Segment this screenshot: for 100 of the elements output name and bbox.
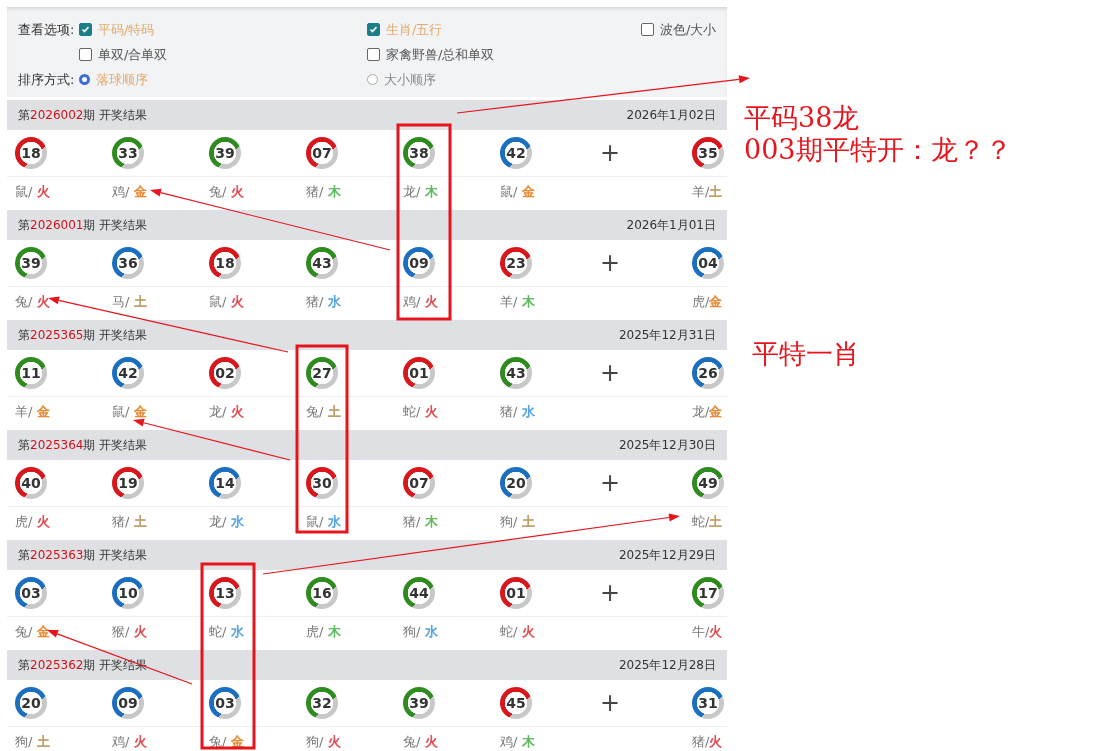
zodiac-label: 羊/	[500, 294, 519, 309]
lottery-ball: 09	[403, 247, 435, 279]
element-label: 土	[36, 734, 50, 749]
element-label: 金	[36, 404, 50, 419]
element-label: 水	[230, 514, 244, 529]
element-label: 水	[327, 514, 341, 529]
lottery-ball: 23	[500, 247, 532, 279]
lottery-ball: 04	[692, 247, 724, 279]
radio-label[interactable]: 大小顺序	[384, 70, 436, 89]
draw-date: 2025年12月28日	[618, 656, 716, 674]
element-label: 金	[133, 404, 147, 419]
zodiac-label: 鼠/	[112, 404, 131, 419]
lottery-ball: 39	[403, 687, 435, 719]
zodiac-label: 狗/	[500, 514, 519, 529]
zodiac-label: 鸡/	[112, 184, 131, 199]
lottery-ball: 39	[15, 247, 47, 279]
lottery-ball: 35	[692, 137, 724, 169]
zodiac-label: 兔/	[403, 734, 422, 749]
radio-button[interactable]	[367, 74, 378, 85]
lottery-ball: 07	[403, 467, 435, 499]
lottery-ball: 18	[209, 247, 241, 279]
zodiac-label: 猴/	[112, 624, 131, 639]
plus-sign: +	[600, 691, 621, 715]
element-label: 金	[709, 404, 723, 419]
lottery-ball: 26	[692, 357, 724, 389]
checkbox-label[interactable]: 单双/合单双	[98, 45, 168, 64]
plus-sign: +	[600, 471, 621, 495]
element-label: 木	[521, 294, 535, 309]
checkbox[interactable]	[79, 48, 92, 61]
zodiac-label: 猪/	[306, 294, 325, 309]
plus-sign: +	[600, 141, 621, 165]
lottery-ball: 11	[15, 357, 47, 389]
zodiac-label: 羊/	[692, 184, 710, 199]
element-label: 木	[521, 734, 535, 749]
zodiac-label: 鸡/	[403, 294, 422, 309]
lottery-ball: 45	[500, 687, 532, 719]
element-label: 水	[521, 404, 535, 419]
checkbox[interactable]	[79, 23, 92, 36]
lottery-ball: 03	[15, 577, 47, 609]
zodiac-label: 兔/	[15, 624, 34, 639]
zodiac-label: 龙/	[209, 404, 228, 419]
element-label: 土	[709, 514, 723, 529]
annotation-text: 平码38龙	[744, 102, 860, 134]
draw-date: 2025年12月29日	[618, 546, 716, 564]
element-label: 木	[327, 624, 341, 639]
lottery-ball: 30	[306, 467, 338, 499]
element-label: 金	[521, 184, 535, 199]
lottery-ball: 42	[500, 137, 532, 169]
zodiac-label: 兔/	[209, 734, 228, 749]
zodiac-label: 虎/	[306, 624, 325, 639]
checkbox-label[interactable]: 生肖/五行	[386, 20, 443, 39]
lottery-ball: 27	[306, 357, 338, 389]
element-label: 火	[36, 514, 50, 529]
element-label: 火	[230, 184, 244, 199]
element-label: 水	[230, 624, 244, 639]
plus-sign: +	[600, 581, 621, 605]
checkbox-label[interactable]: 家禽野兽/总和单双	[386, 45, 495, 64]
element-label: 火	[36, 294, 50, 309]
checkbox[interactable]	[367, 48, 380, 61]
element-label: 土	[327, 404, 341, 419]
radio-label[interactable]: 落球顺序	[96, 70, 148, 89]
zodiac-label: 虎/	[692, 294, 710, 309]
lottery-ball: 38	[403, 137, 435, 169]
lottery-ball: 43	[306, 247, 338, 279]
radio-button[interactable]	[79, 74, 90, 85]
lottery-ball: 49	[692, 467, 724, 499]
draw-title: 第2025364期 开奖结果	[18, 436, 148, 454]
element-label: 火	[709, 624, 723, 639]
zodiac-label: 鸡/	[500, 734, 519, 749]
element-label: 火	[230, 294, 244, 309]
zodiac-label: 龙/	[692, 404, 710, 419]
checkbox-label[interactable]: 波色/大小	[660, 20, 717, 39]
lottery-ball: 40	[15, 467, 47, 499]
lottery-ball: 01	[403, 357, 435, 389]
annotation-text: 平特一肖	[752, 338, 860, 370]
zodiac-label: 猪/	[692, 734, 710, 749]
element-label: 木	[424, 514, 438, 529]
zodiac-label: 鼠/	[15, 184, 34, 199]
element-label: 土	[709, 184, 723, 199]
lottery-ball: 43	[500, 357, 532, 389]
checkbox[interactable]	[641, 23, 654, 36]
checkbox[interactable]	[367, 23, 380, 36]
zodiac-label: 蛇/	[500, 624, 519, 639]
check-icon	[81, 25, 90, 34]
draw-title: 第2026002期 开奖结果	[18, 106, 148, 124]
zodiac-label: 龙/	[209, 514, 228, 529]
element-label: 金	[709, 294, 723, 309]
checkbox-label[interactable]: 平码/特码	[98, 20, 155, 39]
element-label: 火	[133, 734, 147, 749]
lottery-ball: 09	[112, 687, 144, 719]
check-icon	[369, 25, 378, 34]
lottery-ball: 02	[209, 357, 241, 389]
zodiac-label: 兔/	[15, 294, 34, 309]
lottery-ball: 39	[209, 137, 241, 169]
zodiac-label: 虎/	[15, 514, 34, 529]
lottery-ball: 31	[692, 687, 724, 719]
lottery-ball: 16	[306, 577, 338, 609]
lottery-ball: 42	[112, 357, 144, 389]
lottery-ball: 03	[209, 687, 241, 719]
element-label: 火	[424, 404, 438, 419]
